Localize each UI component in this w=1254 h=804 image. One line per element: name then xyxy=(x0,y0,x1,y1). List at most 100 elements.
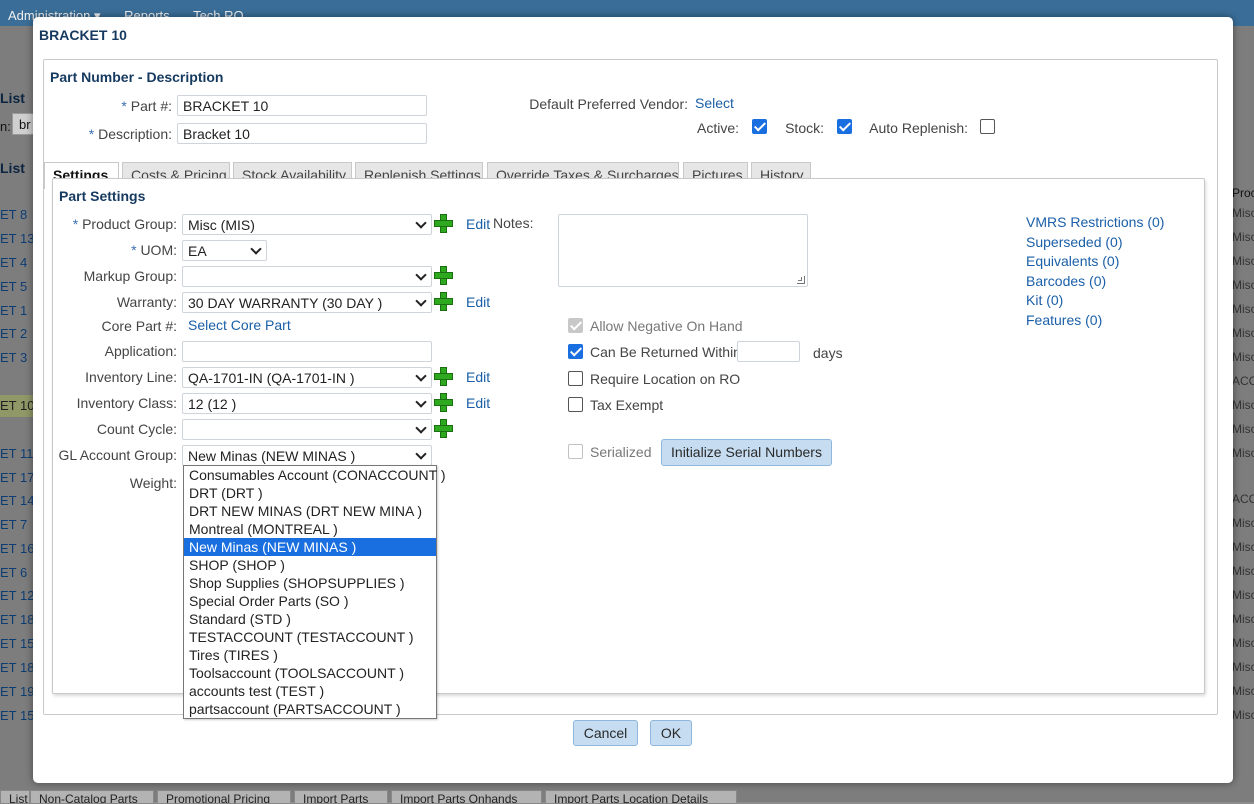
chevron-down-icon xyxy=(250,243,262,255)
require-location-label: Require Location on RO xyxy=(590,371,741,387)
bg-list-row[interactable] xyxy=(0,371,34,393)
auto-replenish-checkbox[interactable] xyxy=(980,119,995,134)
dropdown-option[interactable]: SHOP (SHOP ) xyxy=(184,556,436,574)
select-core-part-link[interactable]: Select Core Part xyxy=(188,317,291,333)
stock-checkbox[interactable] xyxy=(837,119,852,134)
cancel-button[interactable]: Cancel xyxy=(573,720,638,746)
vmrs-restrictions-link[interactable]: VMRS Restrictions (0) xyxy=(1026,214,1164,230)
bg-right-cell: Misc xyxy=(1232,612,1254,626)
add-markup-group-icon[interactable] xyxy=(433,265,453,285)
application-label: Application: xyxy=(104,343,177,359)
dropdown-option-selected[interactable]: New Minas (NEW MINAS ) xyxy=(184,538,436,556)
count-cycle-label: Count Cycle: xyxy=(96,421,177,437)
markup-group-select[interactable] xyxy=(182,266,432,287)
active-checkbox[interactable] xyxy=(752,119,767,134)
kit-link[interactable]: Kit (0) xyxy=(1026,292,1063,308)
edit-warranty-link[interactable]: Edit xyxy=(466,294,490,310)
part-number-label: * Part #: xyxy=(121,98,172,114)
bg-list-row[interactable]: ET 1 xyxy=(0,300,34,322)
bg-list-row[interactable]: ET 5 xyxy=(0,276,34,298)
product-group-select[interactable]: Misc (MIS) xyxy=(182,214,432,235)
stock-label: Stock: xyxy=(785,120,824,136)
tax-exempt-checkbox[interactable] xyxy=(568,397,583,412)
bg-list-row[interactable]: ET 180 xyxy=(0,609,34,631)
resize-grip-icon[interactable] xyxy=(797,276,805,284)
edit-inventory-class-link[interactable]: Edit xyxy=(466,395,490,411)
inventory-line-label: Inventory Line: xyxy=(85,369,177,385)
bg-list-row[interactable]: ET 15 xyxy=(0,633,34,655)
vendor-select-link[interactable]: Select xyxy=(695,95,734,111)
active-label: Active: xyxy=(696,120,739,136)
superseded-link[interactable]: Superseded (0) xyxy=(1026,234,1123,250)
inventory-line-select[interactable]: QA-1701-IN (QA-1701-IN ) xyxy=(182,367,432,388)
bg-right-column-header: Proc xyxy=(1232,186,1254,200)
bg-list-row[interactable]: ET 12 xyxy=(0,585,34,607)
barcodes-link[interactable]: Barcodes (0) xyxy=(1026,273,1106,289)
bg-list-row[interactable]: ET 11 xyxy=(0,443,34,465)
add-product-group-icon[interactable] xyxy=(433,213,453,233)
bg-right-cell: Misc xyxy=(1232,636,1254,650)
bg-list-title: List xyxy=(0,90,25,106)
bg-right-cell: Misc xyxy=(1232,254,1254,268)
edit-inventory-line-link[interactable]: Edit xyxy=(466,369,490,385)
count-cycle-select[interactable] xyxy=(182,419,432,440)
notes-textarea[interactable] xyxy=(558,214,808,287)
bg-list-row[interactable]: ET 3 xyxy=(0,347,34,369)
bg-list-row[interactable]: ET 17 xyxy=(0,467,34,489)
can-be-returned-label: Can Be Returned Within xyxy=(590,344,741,360)
bg-list-row[interactable]: ET 19 xyxy=(0,681,34,703)
bg-list-row[interactable]: ET 18 xyxy=(0,657,34,679)
bg-right-cell: Misc xyxy=(1232,540,1254,554)
features-link[interactable]: Features (0) xyxy=(1026,312,1102,328)
bg-list-row[interactable]: ET 2 xyxy=(0,323,34,345)
application-input[interactable] xyxy=(182,341,432,362)
dropdown-option[interactable]: Shop Supplies (SHOPSUPPLIES ) xyxy=(184,574,436,592)
gl-account-group-select[interactable]: New Minas (NEW MINAS ) xyxy=(182,445,432,466)
dropdown-option[interactable]: Toolsaccount (TOOLSACCOUNT ) xyxy=(184,664,436,682)
bg-list-row[interactable]: ET 16 xyxy=(0,538,34,560)
bg-right-cell: Misc xyxy=(1232,446,1254,460)
bg-list-row[interactable]: ET 4 xyxy=(0,252,34,274)
uom-select[interactable]: EA xyxy=(182,240,267,261)
bg-right-cell: Misc xyxy=(1232,516,1254,530)
add-inventory-class-icon[interactable] xyxy=(433,392,453,412)
equivalents-link[interactable]: Equivalents (0) xyxy=(1026,253,1119,269)
bg-list-row[interactable]: ET 8 xyxy=(0,204,34,226)
dropdown-option[interactable]: partsaccount (PARTSACCOUNT ) xyxy=(184,700,436,718)
bg-right-cell: Misc xyxy=(1232,206,1254,220)
description-input[interactable]: Bracket 10 xyxy=(177,123,427,144)
chevron-down-icon xyxy=(415,396,427,408)
bg-list-row[interactable]: ET 10 xyxy=(0,395,34,417)
initialize-serial-numbers-button[interactable]: Initialize Serial Numbers xyxy=(661,439,832,466)
bg-list-row[interactable]: ET 7 xyxy=(0,514,34,536)
ok-button[interactable]: OK xyxy=(650,720,692,746)
part-number-input[interactable]: BRACKET 10 xyxy=(177,95,427,116)
bg-list-row[interactable]: ET 14 xyxy=(0,490,34,512)
add-count-cycle-icon[interactable] xyxy=(433,418,453,438)
bg-list-row[interactable]: ET 150 xyxy=(0,705,34,727)
bg-list-row[interactable]: ET 6 xyxy=(0,562,34,584)
dropdown-option[interactable]: Special Order Parts (SO ) xyxy=(184,592,436,610)
can-be-returned-checkbox[interactable] xyxy=(568,344,583,359)
warranty-select[interactable]: 30 DAY WARRANTY (30 DAY ) xyxy=(182,292,432,313)
weight-label: Weight: xyxy=(129,475,177,491)
add-warranty-icon[interactable] xyxy=(433,291,453,311)
bg-right-cell: Misc xyxy=(1232,684,1254,698)
dropdown-option[interactable]: Tires (TIRES ) xyxy=(184,646,436,664)
add-inventory-line-icon[interactable] xyxy=(433,366,453,386)
dropdown-option[interactable]: accounts test (TEST ) xyxy=(184,682,436,700)
require-location-checkbox[interactable] xyxy=(568,371,583,386)
return-days-input[interactable] xyxy=(737,341,800,362)
bg-list-row[interactable]: ET 13 xyxy=(0,228,34,250)
dropdown-option[interactable]: Standard (STD ) xyxy=(184,610,436,628)
inventory-class-select[interactable]: 12 (12 ) xyxy=(182,393,432,414)
dropdown-option[interactable]: Consumables Account (CONACCOUNT ) xyxy=(184,466,445,484)
dropdown-option[interactable]: Montreal (MONTREAL ) xyxy=(184,520,436,538)
edit-product-group-link[interactable]: Edit xyxy=(466,216,490,232)
auto-replenish-label: Auto Replenish: xyxy=(869,120,968,136)
dropdown-option[interactable]: TESTACCOUNT (TESTACCOUNT ) xyxy=(184,628,436,646)
bg-list-row[interactable] xyxy=(0,419,34,441)
bg-search-label: n: xyxy=(0,119,11,134)
dropdown-option[interactable]: DRT NEW MINAS (DRT NEW MINA ) xyxy=(184,502,436,520)
dropdown-option[interactable]: DRT (DRT ) xyxy=(184,484,436,502)
